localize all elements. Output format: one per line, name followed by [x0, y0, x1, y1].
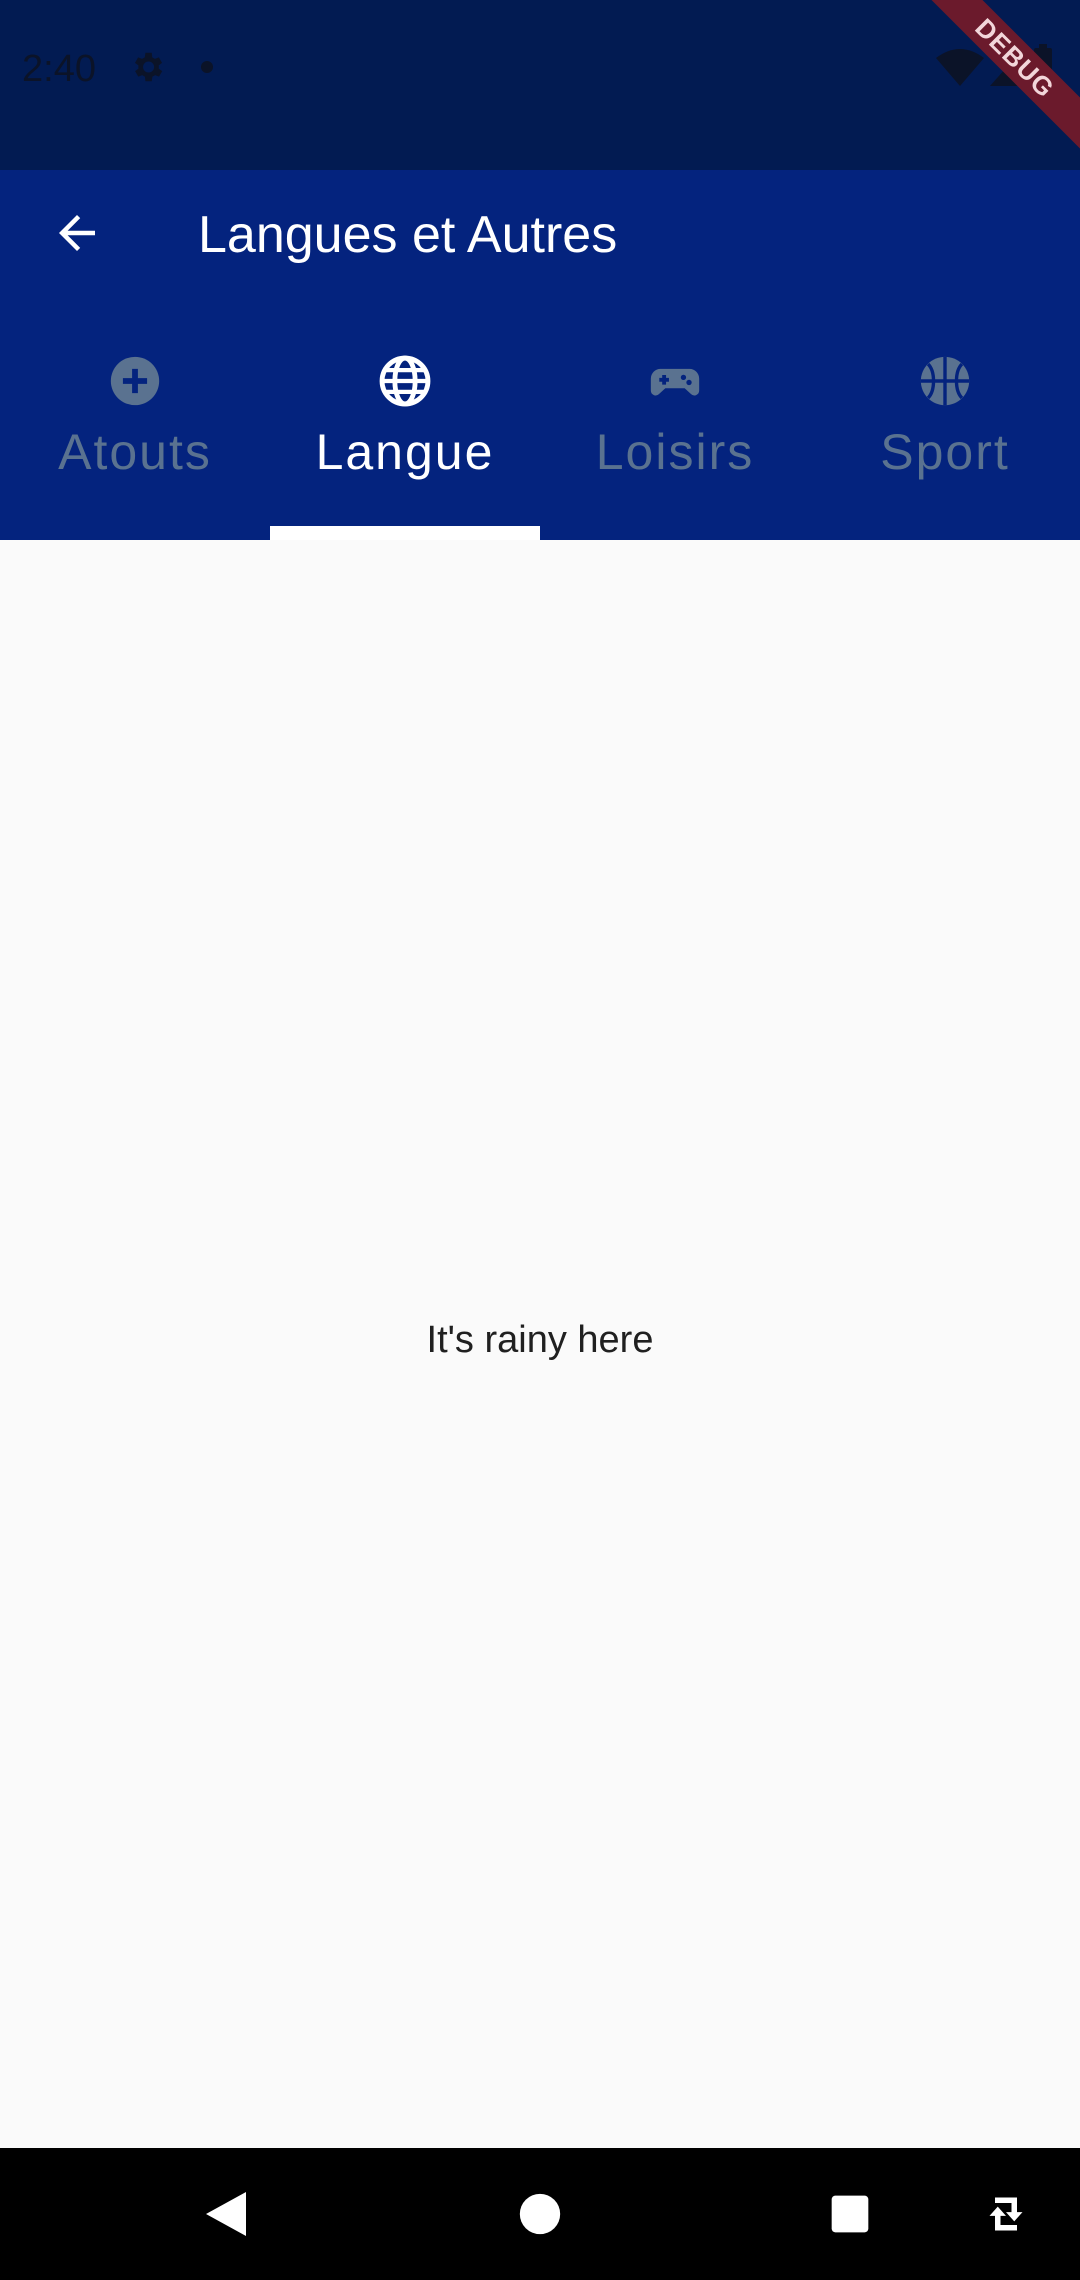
notification-dot-icon [201, 61, 213, 73]
gear-icon [134, 52, 163, 82]
tab-label: Sport [880, 424, 1010, 480]
arrow-back-icon [59, 215, 95, 251]
status-bar: 2:40 DEBUG [0, 0, 1080, 170]
app-bar: Langues et Autres Atouts Langue Loisirs … [0, 170, 1080, 540]
tab-content: It's rainy here [0, 540, 1080, 2148]
rotate-icon [989, 2197, 1023, 2231]
status-time: 2:40 [22, 48, 96, 90]
tab-loisirs[interactable]: Loisirs [540, 340, 810, 540]
gamepad-icon [650, 368, 700, 396]
system-nav-bar [0, 2148, 1080, 2280]
add-circle-icon [110, 356, 160, 406]
recents-square-icon [831, 2195, 869, 2233]
nav-home-button[interactable] [508, 2182, 572, 2246]
battery-icon [1034, 44, 1052, 86]
tab-sport[interactable]: Sport [810, 340, 1080, 540]
nav-recents-button[interactable] [818, 2182, 882, 2246]
home-circle-icon [519, 2193, 561, 2235]
back-triangle-icon [206, 2192, 246, 2236]
tab-atouts[interactable]: Atouts [0, 340, 270, 540]
tab-indicator [270, 526, 540, 540]
nav-back-button[interactable] [194, 2182, 258, 2246]
screen: 2:40 DEBUG Langues et Autres Atouts Lang… [0, 0, 1080, 2280]
wifi-off-icon [936, 49, 984, 86]
page-title: Langues et Autres [198, 206, 618, 264]
status-icons [936, 44, 1052, 86]
tab-label: Atouts [58, 424, 212, 480]
signal-icon [990, 50, 1022, 86]
tab-bar: Atouts Langue Loisirs Sport [0, 340, 1080, 540]
globe-icon [379, 355, 431, 407]
body-message: It's rainy here [426, 1319, 654, 1361]
tab-langue[interactable]: Langue [270, 340, 540, 540]
tab-label: Loisirs [595, 424, 755, 480]
nav-rotate-button[interactable] [974, 2182, 1038, 2246]
tab-label: Langue [315, 424, 495, 480]
back-button[interactable] [42, 198, 112, 268]
basketball-icon [920, 356, 970, 406]
